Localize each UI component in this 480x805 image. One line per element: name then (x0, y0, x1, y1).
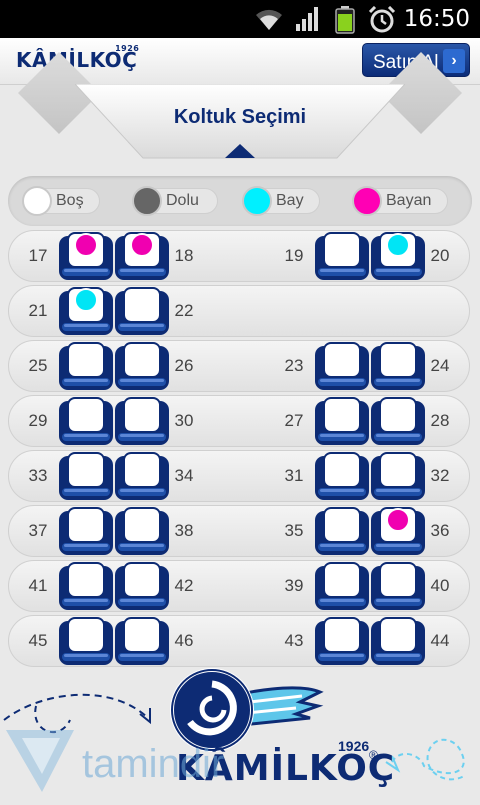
seat-18[interactable] (114, 232, 170, 282)
legend-dot-male (242, 186, 272, 216)
logo-year: 1926 (115, 44, 140, 53)
seat-39[interactable] (314, 562, 370, 612)
occupant-male-marker (386, 233, 410, 257)
legend-dot-occupied (132, 186, 162, 216)
seat-22[interactable] (114, 287, 170, 337)
occupant-male-marker (74, 288, 98, 312)
seat-26[interactable] (114, 342, 170, 392)
legend-label-occupied: Dolu (166, 192, 199, 209)
title-banner: Koltuk Seçimi (73, 83, 407, 160)
clock: 16:50 (403, 6, 470, 32)
app-logo: KÂMİLKOÇ 1926 (16, 44, 139, 72)
page-title: Koltuk Seçimi (173, 106, 307, 128)
seat-number: 33 (28, 466, 48, 485)
seat-number: 31 (284, 466, 304, 485)
seat-42[interactable] (114, 562, 170, 612)
seat-number: 19 (284, 246, 304, 265)
seat-20[interactable] (370, 232, 426, 282)
seat-number: 27 (284, 411, 304, 430)
seat-number: 22 (174, 301, 194, 320)
seat-41[interactable] (58, 562, 114, 612)
occupant-female-marker (74, 233, 98, 257)
seat-number: 25 (28, 356, 48, 375)
legend-item-male: Bay (242, 186, 332, 216)
seat-number: 17 (28, 246, 48, 265)
legend-item-occupied: Dolu (132, 186, 222, 216)
legend-label-empty: Boş (56, 192, 84, 209)
seat-46[interactable] (114, 617, 170, 667)
seat-number: 28 (430, 411, 450, 430)
seat-27[interactable] (314, 397, 370, 447)
seat-34[interactable] (114, 452, 170, 502)
footer-branding: KÂMİLKOÇ 1926 ® tamindir (0, 662, 480, 800)
seat-17[interactable] (58, 232, 114, 282)
seat-37[interactable] (58, 507, 114, 557)
seat-number: 30 (174, 411, 194, 430)
seat-number: 34 (174, 466, 194, 485)
seat-number: 46 (174, 631, 194, 650)
footer-brand-year: 1926 (338, 738, 370, 754)
occupant-female-marker (386, 508, 410, 532)
seat-number: 26 (174, 356, 194, 375)
seat-31[interactable] (314, 452, 370, 502)
alarm-icon (368, 5, 396, 39)
occupant-female-marker (130, 233, 154, 257)
legend-item-female: Bayan (352, 186, 452, 216)
seat-35[interactable] (314, 507, 370, 557)
seat-number: 35 (284, 521, 304, 540)
seat-number: 38 (174, 521, 194, 540)
legend-dot-female (352, 186, 382, 216)
seat-30[interactable] (114, 397, 170, 447)
seat-25[interactable] (58, 342, 114, 392)
seat-number: 32 (430, 466, 450, 485)
legend-label-female: Bayan (386, 192, 432, 209)
seat-44[interactable] (370, 617, 426, 667)
footer-brand-reg: ® (369, 748, 378, 762)
seat-number: 29 (28, 411, 48, 430)
seat-number: 37 (28, 521, 48, 540)
seat-number: 21 (28, 301, 48, 320)
seat-43[interactable] (314, 617, 370, 667)
wifi-icon (254, 6, 284, 37)
signal-icon (296, 6, 320, 37)
seat-36[interactable] (370, 507, 426, 557)
seat-number: 24 (430, 356, 450, 375)
legend-dot-empty (22, 186, 52, 216)
seat-number: 23 (284, 356, 304, 375)
battery-icon (334, 6, 356, 39)
seat-number: 43 (284, 631, 304, 650)
seat-number: 39 (284, 576, 304, 595)
seat-45[interactable] (58, 617, 114, 667)
seat-33[interactable] (58, 452, 114, 502)
seat-23[interactable] (314, 342, 370, 392)
legend-item-empty: Boş (22, 186, 112, 216)
seat-38[interactable] (114, 507, 170, 557)
seat-24[interactable] (370, 342, 426, 392)
seat-number: 20 (430, 246, 450, 265)
seat-number: 18 (174, 246, 194, 265)
seat-29[interactable] (58, 397, 114, 447)
seat-19[interactable] (314, 232, 370, 282)
seat-21[interactable] (58, 287, 114, 337)
seat-legend: Boş Dolu Bay Bayan (8, 176, 472, 226)
seat-number: 42 (174, 576, 194, 595)
legend-label-male: Bay (276, 192, 304, 209)
seat-number: 36 (430, 521, 450, 540)
seat-number: 44 (430, 631, 450, 650)
status-bar: 16:50 (0, 0, 480, 38)
watermark-text: tamindir (82, 742, 225, 786)
seat-28[interactable] (370, 397, 426, 447)
seat-number: 40 (430, 576, 450, 595)
seat-number: 45 (28, 631, 48, 650)
seat-40[interactable] (370, 562, 426, 612)
seat-32[interactable] (370, 452, 426, 502)
seat-number: 41 (28, 576, 48, 595)
chevron-right-icon: › (443, 49, 465, 73)
